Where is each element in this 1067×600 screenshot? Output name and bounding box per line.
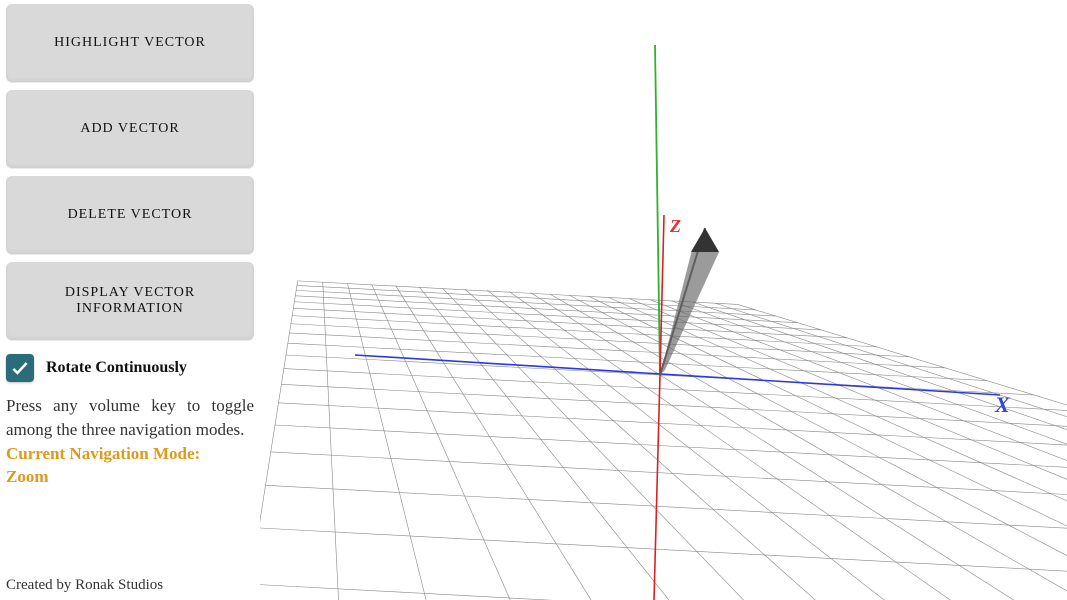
navigation-hint: Press any volume key to toggle among the… — [6, 394, 254, 442]
app-root: HIGHLIGHT VECTOR ADD VECTOR DELETE VECTO… — [0, 0, 1067, 600]
x-axis-label: X — [994, 392, 1011, 417]
display-vector-info-button[interactable]: DISPLAY VECTOR INFORMATION — [6, 262, 254, 340]
rotate-continuously-checkbox[interactable] — [6, 354, 34, 382]
button-label: DISPLAY VECTOR INFORMATION — [12, 285, 248, 317]
x-axis — [355, 355, 1000, 395]
add-vector-button[interactable]: ADD VECTOR — [6, 90, 254, 168]
delete-vector-button[interactable]: DELETE VECTOR — [6, 176, 254, 254]
navigation-mode-value: Zoom — [6, 465, 254, 489]
z-axis-label: Z — [669, 216, 681, 236]
button-label: HIGHLIGHT VECTOR — [54, 35, 206, 51]
credit-text: Created by Ronak Studios — [6, 577, 254, 594]
z-axis-up — [660, 215, 664, 375]
3d-viewport[interactable]: X Z — [260, 0, 1067, 600]
sidebar: HIGHLIGHT VECTOR ADD VECTOR DELETE VECTO… — [0, 0, 260, 600]
rotate-continuously-row: Rotate Continuously — [6, 354, 254, 382]
check-icon — [10, 358, 30, 378]
button-label: DELETE VECTOR — [68, 207, 193, 223]
3d-scene: X Z — [260, 0, 1067, 600]
navigation-mode-label: Current Navigation Mode: — [6, 442, 254, 466]
button-label: ADD VECTOR — [80, 121, 179, 137]
rotate-continuously-label: Rotate Continuously — [46, 359, 187, 377]
y-axis — [655, 45, 660, 375]
grid-plane — [260, 281, 1067, 600]
z-axis-down — [654, 375, 660, 600]
highlight-vector-button[interactable]: HIGHLIGHT VECTOR — [6, 4, 254, 82]
vector-arrow — [660, 228, 719, 375]
